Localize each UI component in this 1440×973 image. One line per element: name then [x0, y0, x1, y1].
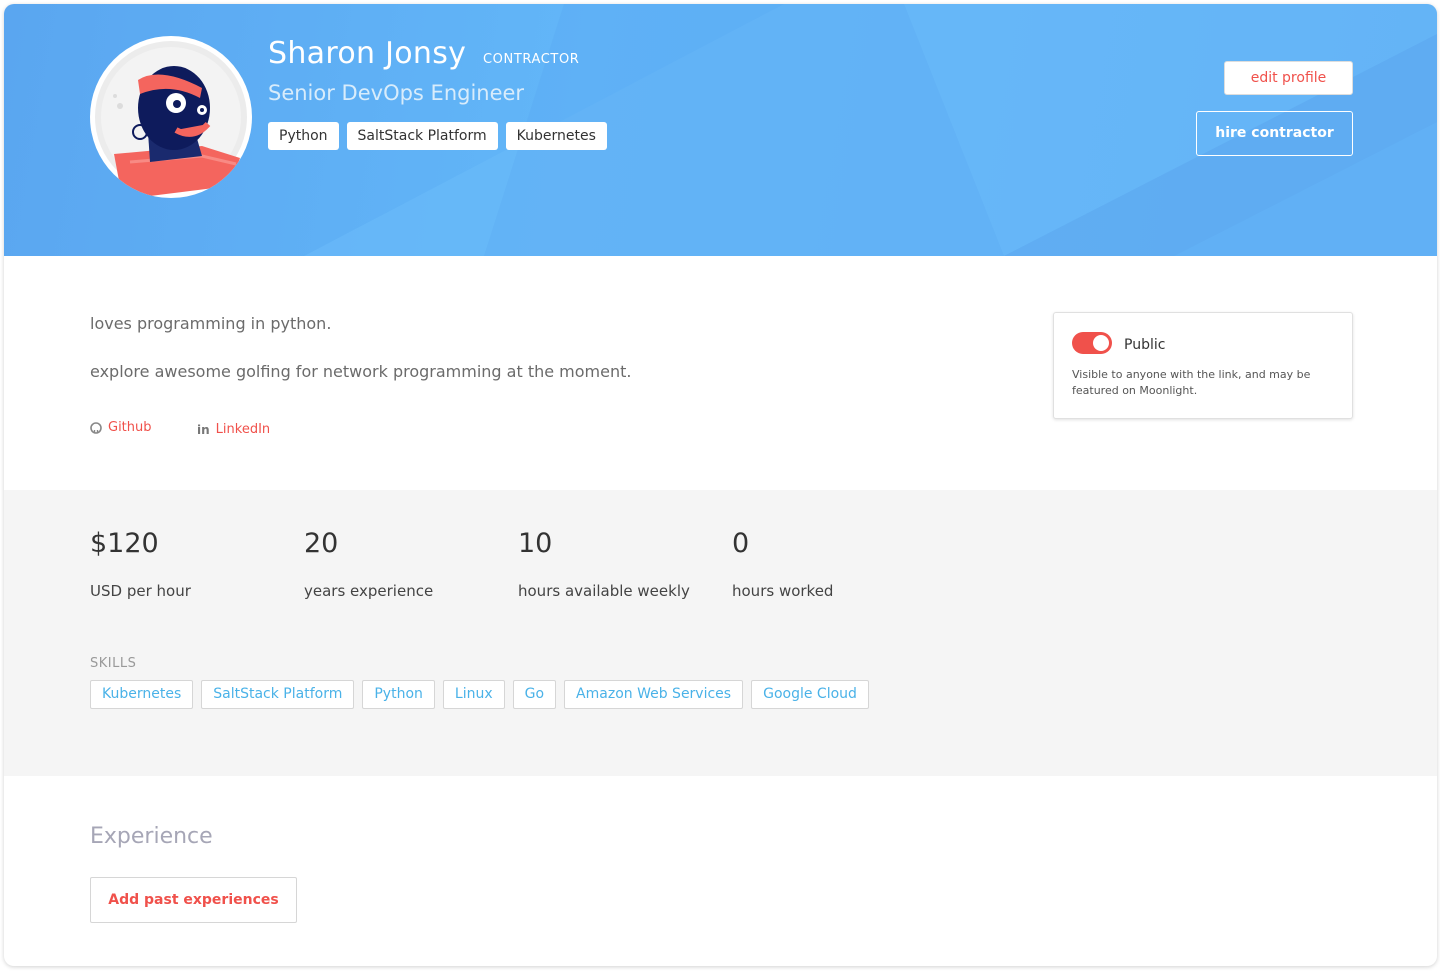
- stat-experience: 20 years experience: [304, 528, 433, 600]
- avatar-illustration: [95, 41, 247, 196]
- add-experience-button[interactable]: Add past experiences: [90, 877, 297, 923]
- bio-line: explore awesome golfing for network prog…: [90, 362, 632, 381]
- stat-label: hours available weekly: [518, 582, 690, 600]
- profile-card: Sharon Jonsy CONTRACTOR Senior DevOps En…: [4, 4, 1437, 966]
- github-link-label: Github: [108, 420, 152, 435]
- profile-name: Sharon Jonsy: [268, 36, 467, 71]
- skill-tag[interactable]: Amazon Web Services: [564, 680, 744, 709]
- stat-value: 20: [304, 528, 339, 559]
- header-tag: SaltStack Platform: [346, 122, 498, 150]
- visibility-panel: Public Visible to anyone with the link, …: [1053, 312, 1353, 419]
- skill-tag[interactable]: Linux: [442, 680, 505, 709]
- avatar: [90, 36, 252, 198]
- stat-label: years experience: [304, 582, 434, 600]
- stat-value: 0: [732, 528, 750, 559]
- skill-tag[interactable]: SaltStack Platform: [201, 680, 355, 709]
- edit-profile-button[interactable]: edit profile: [1224, 61, 1353, 95]
- hire-contractor-button[interactable]: hire contractor: [1196, 111, 1353, 156]
- experience-title: Experience: [90, 824, 213, 849]
- github-icon: [90, 421, 102, 434]
- header-tag: Python: [268, 122, 339, 150]
- job-title: Senior DevOps Engineer: [268, 81, 525, 105]
- profile-header: Sharon Jonsy CONTRACTOR Senior DevOps En…: [4, 4, 1437, 256]
- bio-line: loves programming in python.: [90, 314, 332, 333]
- skill-tag[interactable]: Google Cloud: [751, 680, 869, 709]
- visibility-description: Visible to anyone with the link, and may…: [1072, 368, 1311, 397]
- stats-section: $120 USD per hour 20 years experience 10…: [4, 490, 1437, 776]
- visibility-label: Public: [1124, 337, 1166, 353]
- header-tags: Python SaltStack Platform Kubernetes: [268, 122, 607, 150]
- header-tag: Kubernetes: [505, 122, 607, 150]
- stat-value: $120: [90, 528, 159, 559]
- toggle-knob: [1093, 335, 1109, 351]
- skill-tag[interactable]: Python: [362, 680, 435, 709]
- skills-list: Kubernetes SaltStack Platform Python Lin…: [90, 680, 869, 709]
- skills-heading: SKILLS: [90, 656, 137, 671]
- stat-hours-worked: 0 hours worked: [732, 528, 833, 600]
- linkedin-icon: in: [197, 422, 210, 437]
- stat-availability: 10 hours available weekly: [518, 528, 690, 600]
- public-toggle[interactable]: [1072, 332, 1112, 354]
- github-link[interactable]: Github: [90, 420, 152, 435]
- linkedin-link[interactable]: in LinkedIn: [197, 422, 270, 437]
- stat-rate: $120 USD per hour: [90, 528, 191, 600]
- linkedin-link-label: LinkedIn: [215, 422, 271, 437]
- role-badge: CONTRACTOR: [483, 52, 580, 67]
- skill-tag[interactable]: Go: [512, 680, 557, 709]
- skill-tag[interactable]: Kubernetes: [90, 680, 194, 709]
- stat-label: hours worked: [732, 582, 834, 600]
- stat-value: 10: [518, 528, 553, 559]
- stat-label: USD per hour: [90, 582, 191, 600]
